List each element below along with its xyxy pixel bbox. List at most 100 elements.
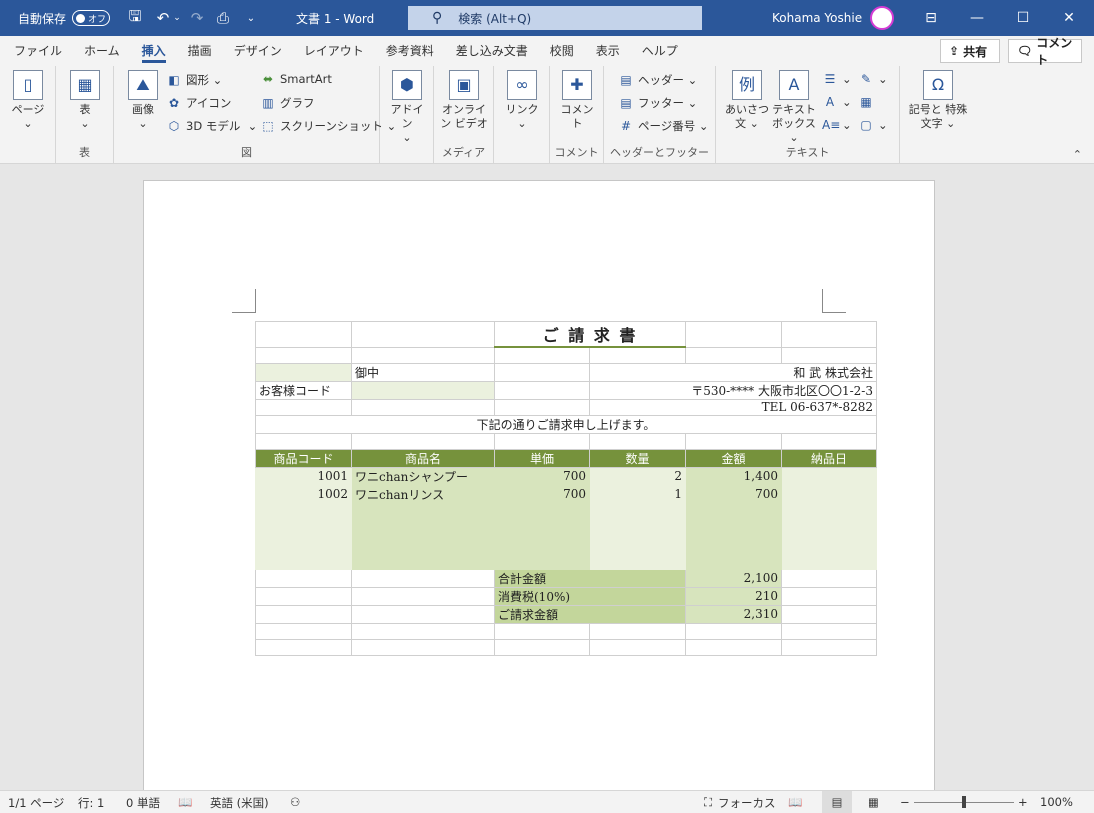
symbol-button[interactable]: Ω 記号と 特殊文字 ⌄ [906, 70, 970, 131]
tab-draw[interactable]: 描画 [177, 36, 223, 66]
tab-insert[interactable]: 挿入 [131, 36, 177, 66]
zoom-out-icon[interactable]: − [900, 795, 910, 809]
undo-icon[interactable]: ↶ [154, 9, 172, 27]
tab-layout[interactable]: レイアウト [293, 36, 375, 66]
smartart-button[interactable]: ⬌ SmartArt [260, 72, 332, 86]
focus-label[interactable]: フォーカス [718, 795, 776, 811]
greeting-button[interactable]: 例あいさつ文 ⌄ [724, 70, 770, 131]
search-box[interactable]: ⚲ 検索 (Alt+Q) [408, 6, 702, 30]
autosave-control[interactable]: 自動保存 オフ [18, 0, 111, 36]
table-row-empty[interactable] [255, 502, 877, 570]
company-address: 〒530-**** 大阪市北区〇〇1-2-3 [589, 380, 877, 400]
header-button[interactable]: ▤ ヘッダー ⌄ [618, 72, 697, 88]
collapse-ribbon-icon[interactable]: ⌃ [1073, 148, 1082, 161]
table-row[interactable]: 1002 ワニchanリンス 700 1 700 [255, 484, 877, 504]
web-layout-icon[interactable]: ▦ [868, 795, 879, 809]
save-icon[interactable]: 🖫 [126, 6, 144, 31]
avatar[interactable] [870, 6, 895, 30]
page-count[interactable]: 1/1 ページ [8, 795, 64, 811]
link-label: リンク [505, 103, 539, 116]
textbox-button[interactable]: A テキスト ボックス ⌄ [770, 70, 818, 145]
quick-parts-icon[interactable]: ☰ ⌄ [822, 72, 852, 86]
item-name: ワニchanシャンプー [351, 466, 495, 486]
company-tel: TEL 06-637*-8282 [589, 398, 877, 416]
tab-mailings[interactable]: 差し込み文書 [445, 36, 539, 66]
tab-references[interactable]: 参考資料 [375, 36, 445, 66]
object-icon[interactable]: ▢ ⌄ [858, 118, 887, 132]
table-row[interactable]: 1001 ワニchanシャンプー 700 2 1,400 [255, 466, 877, 486]
page-number-button[interactable]: # ページ番号 ⌄ [618, 118, 709, 134]
media-group-label: メディア [441, 146, 486, 159]
comment-icon: 🗨 [1017, 44, 1033, 58]
invoice-table[interactable]: ご 請 求 書 御中 和 武 株式会社 お客様コード 〒530-**** 大阪市北区… [255, 321, 877, 656]
read-mode-icon[interactable]: 📖 [788, 795, 802, 809]
touch-mode-icon[interactable]: ⎙ [214, 9, 232, 27]
image-button[interactable]: ⛰ 画像 ⌄ [124, 70, 162, 131]
signature-line-icon[interactable]: ✎ ⌄ [858, 72, 888, 86]
autosave-toggle[interactable]: オフ [72, 10, 111, 26]
tab-review[interactable]: 校閲 [539, 36, 585, 66]
tab-help[interactable]: ヘルプ [631, 36, 689, 66]
accessibility-icon[interactable]: ⚇ [290, 795, 300, 809]
customer-code-value[interactable] [351, 380, 495, 400]
online-video-button[interactable]: ▣ オンライン ビデオ [440, 70, 488, 131]
page-icon: ▯ [13, 70, 43, 100]
subtotal-value: 2,100 [685, 568, 782, 588]
new-comment-icon: ✚ [562, 70, 592, 100]
language[interactable]: 英語 (米国) [210, 795, 269, 811]
share-button[interactable]: ⇪ 共有 [940, 39, 1000, 63]
addins-group: ⬢ アドイン ⌄ [380, 66, 434, 164]
chart-button[interactable]: ▥ グラフ [260, 95, 314, 111]
focus-icon[interactable]: ⛶ [704, 795, 712, 810]
proofing-icon[interactable]: 📖 [178, 795, 192, 809]
header-footer-group: ▤ ヘッダー ⌄ ▤ フッター ⌄ # ページ番号 ⌄ ヘッダーとフッター [604, 66, 716, 164]
hf-group-label: ヘッダーとフッター [610, 146, 709, 159]
customize-qat-icon[interactable]: ⌄ [242, 13, 260, 24]
new-comment-label: コメント [560, 103, 594, 130]
date-time-icon[interactable]: ▦ [858, 95, 878, 109]
symbol-label: 記号と 特殊文字 [908, 103, 968, 130]
honorific: 御中 [351, 362, 495, 382]
text-group: 例あいさつ文 ⌄ A テキスト ボックス ⌄ ☰ ⌄ A ⌄ A≡ ⌄ ✎ ⌄ ▦ ▢ ⌄ … [716, 66, 900, 164]
user-account[interactable]: Kohama Yoshie [772, 0, 895, 36]
shapes-button[interactable]: ◧ 図形 ⌄ [166, 72, 222, 88]
addins-button[interactable]: ⬢ アドイン ⌄ [390, 70, 424, 145]
icons-button[interactable]: ✿ アイコン [166, 95, 231, 111]
close-icon[interactable]: ✕ [1046, 10, 1092, 26]
search-placeholder: 検索 (Alt+Q) [458, 11, 532, 26]
maximize-icon[interactable]: ☐ [1000, 10, 1046, 26]
invoice-title: ご 請 求 書 [494, 321, 686, 348]
word-count[interactable]: 0 単語 [126, 795, 160, 811]
zoom-in-icon[interactable]: + [1018, 795, 1028, 809]
zoom-level[interactable]: 100% [1040, 795, 1073, 809]
ribbon-display-icon[interactable]: ⊟ [908, 10, 954, 26]
footer-button[interactable]: ▤ フッター ⌄ [618, 95, 697, 111]
new-comment-button[interactable]: ✚ コメント [556, 70, 598, 131]
company-name: 和 武 株式会社 [589, 362, 877, 382]
search-icon: ⚲ [432, 10, 443, 26]
comments-button[interactable]: 🗨 コメント [1008, 36, 1082, 67]
total-value: 2,310 [685, 604, 782, 624]
minimize-icon[interactable]: — [954, 10, 1000, 26]
header-icon: ▤ [620, 73, 632, 87]
tab-design[interactable]: デザイン [223, 36, 293, 66]
links-group: ∞ リンク ⌄ [494, 66, 550, 164]
screenshot-button[interactable]: ⬚ スクリーンショット ⌄ [260, 118, 396, 134]
table-button[interactable]: ▦ 表 ⌄ [66, 70, 104, 131]
margin-mark-left [232, 289, 256, 313]
margin-mark-right [822, 289, 846, 313]
wordart-icon[interactable]: A ⌄ [822, 95, 852, 109]
illustrations-group: ⛰ 画像 ⌄ ◧ 図形 ⌄ ✿ アイコン ⬡ 3D モデル ⌄ ⬌ SmartArt ▥ グラ… [114, 66, 396, 164]
tab-file[interactable]: ファイル [3, 36, 73, 66]
3d-model-button[interactable]: ⬡ 3D モデル ⌄ [166, 118, 258, 134]
undo-dropdown-icon[interactable]: ⌄ [172, 13, 182, 23]
print-layout-icon[interactable]: ▤ [822, 791, 852, 813]
tax-value: 210 [685, 586, 782, 606]
tab-view[interactable]: 表示 [585, 36, 631, 66]
tab-home[interactable]: ホーム [73, 36, 131, 66]
link-button[interactable]: ∞ リンク ⌄ [504, 70, 540, 131]
dropcap-icon[interactable]: A≡ ⌄ [822, 118, 852, 132]
zoom-slider-thumb[interactable] [962, 796, 966, 808]
page-button[interactable]: ▯ ページ ⌄ [8, 70, 48, 131]
redo-icon[interactable]: ↷ [188, 9, 206, 27]
